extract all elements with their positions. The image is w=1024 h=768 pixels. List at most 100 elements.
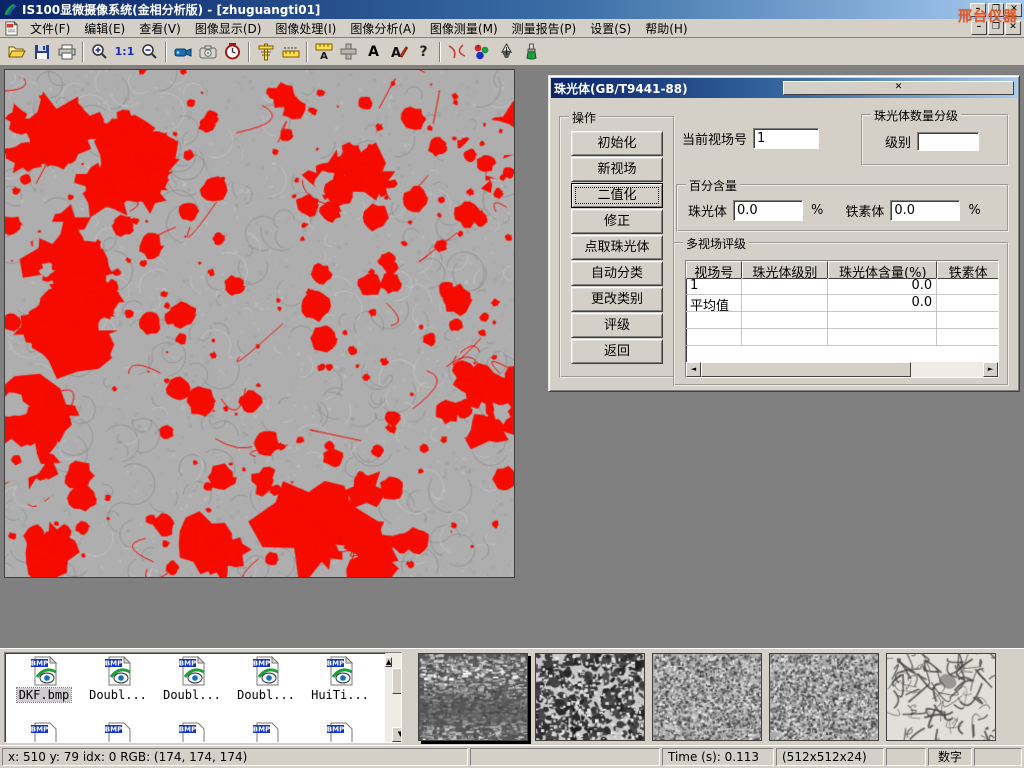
binarize-button[interactable]: 二值化 [571, 183, 663, 208]
help-button[interactable]: ? [411, 40, 436, 64]
thumbnail-3[interactable] [652, 653, 762, 741]
return-button[interactable]: 返回 [571, 339, 663, 364]
grid-cross-button[interactable] [336, 40, 361, 64]
table-row-empty [686, 312, 998, 329]
actual-size-icon: 1:1 [115, 45, 135, 58]
thumbnail-1[interactable] [418, 653, 528, 741]
file-name[interactable]: Doubl... [87, 688, 149, 702]
rating-table[interactable]: 视场号 珠光体级别 珠光体含量(%) 铁素体 1 0.0 平均值 [685, 260, 999, 378]
pick-pearlite-button[interactable]: 点取珠光体 [571, 235, 663, 260]
col-pearlite-grade[interactable]: 珠光体级别 [742, 261, 829, 279]
menu-view[interactable]: 查看(V) [132, 18, 188, 39]
menu-measure-report[interactable]: 测量报告(P) [505, 18, 584, 39]
classify-balls-button[interactable] [469, 40, 494, 64]
zoom-out-button[interactable] [137, 40, 162, 64]
capture-button[interactable] [195, 40, 220, 64]
restore-button[interactable]: ❐ [988, 3, 1004, 17]
table-row[interactable]: 1 0.0 [686, 278, 998, 295]
file-item[interactable]: BMP Doubl... [155, 655, 229, 721]
close-button[interactable]: ✕ [1006, 3, 1022, 17]
ruler-button[interactable] [278, 40, 303, 64]
menu-help[interactable]: 帮助(H) [638, 18, 694, 39]
menu-image-process[interactable]: 图像处理(I) [268, 18, 343, 39]
measure-text-button[interactable]: A [311, 40, 336, 64]
col-field-number[interactable]: 视场号 [686, 261, 742, 279]
new-field-button[interactable]: 新视场 [571, 157, 663, 182]
menu-image-measure[interactable]: 图像测量(M) [423, 18, 505, 39]
scroll-right-arrow-icon[interactable]: ► [983, 362, 998, 377]
dialog-title-bar[interactable]: 珠光体(GB/T9441-88) ✕ [551, 78, 1017, 98]
rating-group: 多视场评级 视场号 珠光体级别 珠光体含量(%) 铁素体 1 0.0 [673, 242, 1009, 386]
annotate-tool-button[interactable]: A [386, 40, 411, 64]
brush-tool-button[interactable] [519, 40, 544, 64]
col-ferrite[interactable]: 铁素体 [937, 261, 998, 279]
file-item[interactable]: BMP Doubl... [229, 655, 303, 721]
open-button[interactable] [4, 40, 29, 64]
child-restore-button[interactable]: ❐ [988, 21, 1004, 35]
minimize-button[interactable]: – [970, 3, 986, 17]
text-tool-button[interactable]: A [361, 40, 386, 64]
file-item[interactable]: BMP [155, 721, 229, 743]
child-close-button[interactable]: ✕ [1005, 21, 1021, 35]
dialog-close-button[interactable]: ✕ [783, 81, 1014, 95]
curve-calibration-button[interactable] [444, 40, 469, 64]
correct-button[interactable]: 修正 [571, 209, 663, 234]
child-minimize-button[interactable]: – [971, 21, 987, 35]
bmp-file-icon: BMP [249, 721, 283, 743]
dialog-title: 珠光体(GB/T9441-88) [554, 80, 783, 97]
metallographic-image[interactable] [4, 69, 515, 578]
zoom-in-button[interactable] [87, 40, 112, 64]
document-system-menu-icon[interactable] [4, 21, 19, 36]
cell-content: 0.0 [828, 295, 937, 312]
print-button[interactable] [54, 40, 79, 64]
menu-file[interactable]: 文件(F) [23, 18, 77, 39]
level-input[interactable] [917, 132, 979, 151]
file-item[interactable]: BMP DKF.bmp [7, 655, 81, 721]
thumbnail-2[interactable] [535, 653, 645, 741]
save-button[interactable] [29, 40, 54, 64]
pen-tool-button[interactable] [494, 40, 519, 64]
file-name[interactable]: Doubl... [161, 688, 223, 702]
file-item[interactable]: BMP Doubl... [81, 655, 155, 721]
menu-image-analysis[interactable]: 图像分析(A) [343, 18, 423, 39]
file-item[interactable]: BMP [303, 721, 377, 743]
file-browser[interactable]: BMP DKF.bmp BMP Doubl... [4, 652, 402, 743]
actual-size-button[interactable]: 1:1 [112, 40, 137, 64]
change-class-button[interactable]: 更改类别 [571, 287, 663, 312]
auto-classify-button[interactable]: 自动分类 [571, 261, 663, 286]
table-horizontal-scrollbar[interactable]: ◄ ► [686, 362, 998, 377]
file-name[interactable]: Doubl... [235, 688, 297, 702]
status-panel-empty [886, 748, 926, 766]
scroll-left-arrow-icon[interactable]: ◄ [686, 362, 701, 377]
file-item[interactable]: BMP HuiTi... [303, 655, 377, 721]
file-name[interactable]: DKF.bmp [17, 688, 72, 702]
table-row[interactable]: 平均值 0.0 [686, 295, 998, 312]
timer-button[interactable] [220, 40, 245, 64]
file-item[interactable]: BMP [81, 721, 155, 743]
caliper-button[interactable] [253, 40, 278, 64]
file-list-scrollbar[interactable]: ▲ ▼ [385, 653, 401, 742]
rate-button[interactable]: 评级 [571, 313, 663, 338]
file-item[interactable]: BMP [229, 721, 303, 743]
col-pearlite-content[interactable]: 珠光体含量(%) [828, 261, 937, 279]
scroll-up-arrow-icon[interactable]: ▲ [385, 657, 392, 667]
menu-bar: 文件(F) 编辑(E) 查看(V) 图像显示(D) 图像处理(I) 图像分析(A… [0, 19, 1024, 38]
scrollbar-thumb[interactable] [392, 668, 402, 694]
toolbar-separator [165, 42, 167, 62]
bmp-file-icon: BMP [175, 655, 209, 687]
menu-settings[interactable]: 设置(S) [583, 18, 638, 39]
file-item[interactable]: BMP [7, 721, 81, 743]
svg-text:A: A [320, 51, 328, 60]
thumbnail-5[interactable] [886, 653, 996, 741]
video-camera-button[interactable] [170, 40, 195, 64]
initialize-button[interactable]: 初始化 [571, 131, 663, 156]
menu-image-display[interactable]: 图像显示(D) [188, 18, 269, 39]
scroll-down-arrow-icon[interactable]: ▼ [392, 727, 402, 742]
menu-edit[interactable]: 编辑(E) [77, 18, 132, 39]
current-view-input[interactable]: 1 [753, 128, 819, 149]
scrollbar-thumb[interactable] [701, 362, 911, 377]
thumbnail-4[interactable] [769, 653, 879, 741]
ferrite-input[interactable]: 0.0 [890, 200, 960, 221]
file-name[interactable]: HuiTi... [309, 688, 371, 702]
pearlite-input[interactable]: 0.0 [733, 200, 803, 221]
